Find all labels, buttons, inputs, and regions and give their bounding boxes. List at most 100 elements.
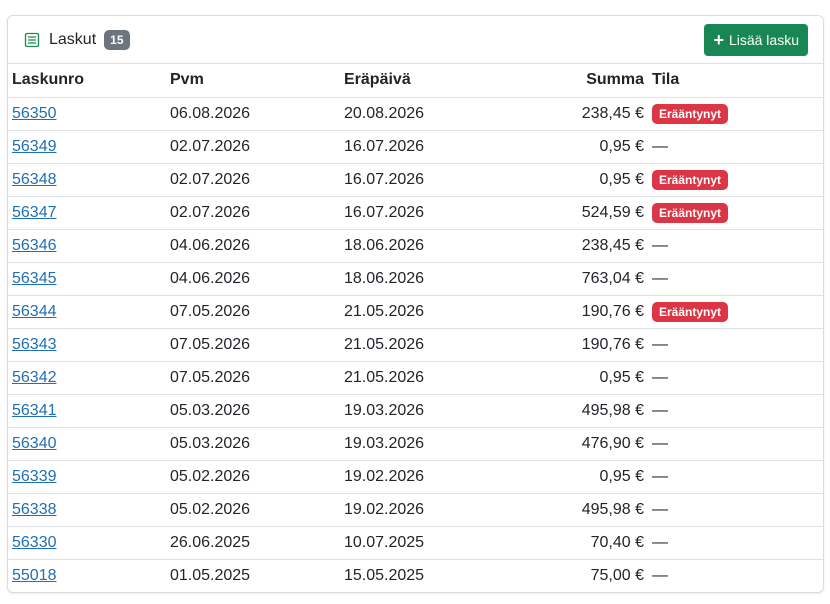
invoice-sum-cell: 190,76 €	[486, 295, 648, 329]
table-row: 56350 06.08.2026 20.08.2026 238,45 € Eräänty…	[8, 97, 823, 131]
table-row: 56339 05.02.2026 19.02.2026 0,95 € —	[8, 460, 823, 494]
invoice-number-link[interactable]: 56342	[12, 369, 57, 386]
invoice-number-link[interactable]: 56348	[12, 171, 57, 188]
table-row: 56348 02.07.2026 16.07.2026 0,95 € Erääntyny…	[8, 163, 823, 197]
invoice-date-cell: 07.05.2026	[166, 295, 340, 329]
invoice-sum-cell: 0,95 €	[486, 460, 648, 494]
column-header-number[interactable]: Laskunro	[8, 64, 166, 98]
table-row: 56343 07.05.2026 21.05.2026 190,76 € —	[8, 328, 823, 362]
invoice-number-cell: 56343	[8, 328, 166, 362]
column-header-status[interactable]: Tila	[648, 64, 823, 98]
invoice-number-link[interactable]: 56340	[12, 435, 57, 452]
invoice-status-cell: —	[648, 229, 823, 263]
invoice-due-date-cell: 21.05.2026	[340, 328, 486, 362]
invoice-status-cell: —	[648, 559, 823, 592]
invoice-date-cell: 07.05.2026	[166, 328, 340, 362]
invoice-status-cell: —	[648, 328, 823, 362]
invoice-due-date-cell: 21.05.2026	[340, 295, 486, 329]
invoice-due-date-cell: 18.06.2026	[340, 229, 486, 263]
card-header: Laskut 15 + Lisää lasku	[8, 16, 823, 64]
no-status-text: —	[652, 533, 668, 551]
invoice-number-cell: 56339	[8, 460, 166, 494]
invoice-number-cell: 56344	[8, 295, 166, 329]
no-status-text: —	[652, 401, 668, 419]
invoice-due-date-cell: 19.02.2026	[340, 493, 486, 527]
invoice-date-cell: 02.07.2026	[166, 163, 340, 197]
invoice-date-cell: 04.06.2026	[166, 229, 340, 263]
invoice-status-cell: —	[648, 526, 823, 560]
no-status-text: —	[652, 368, 668, 386]
invoice-number-link[interactable]: 56350	[12, 105, 57, 122]
overdue-status-badge: Erääntynyt	[652, 169, 729, 190]
invoice-sum-cell: 75,00 €	[590, 566, 644, 584]
invoice-status-cell: Erääntynyt	[648, 163, 823, 197]
invoice-number-cell: 56350	[8, 97, 166, 131]
invoice-number-link[interactable]: 56349	[12, 138, 57, 155]
table-row: 55018 01.05.2025 15.05.2025 75,00 € —	[8, 559, 823, 592]
invoice-number-cell: 56341	[8, 394, 166, 428]
invoice-status-cell: Erääntynyt	[648, 97, 823, 131]
invoice-status-cell: —	[648, 361, 823, 395]
invoice-number-link[interactable]: 56330	[12, 534, 57, 551]
invoice-number-link[interactable]: 56343	[12, 336, 57, 353]
invoice-due-date-cell: 16.07.2026	[340, 196, 486, 230]
invoice-date-cell: 01.05.2025	[170, 566, 251, 584]
invoice-date-cell: 04.06.2026	[166, 262, 340, 296]
table-row: 56344 07.05.2026 21.05.2026 190,76 € Eräänty…	[8, 295, 823, 329]
invoice-due-date-cell: 19.02.2026	[340, 460, 486, 494]
invoice-date-cell: 02.07.2026	[166, 196, 340, 230]
invoice-number-cell: 56345	[8, 262, 166, 296]
invoice-number-cell: 55018	[8, 559, 166, 592]
invoice-due-date-cell: 10.07.2025	[340, 526, 486, 560]
invoice-number-link[interactable]: 56345	[12, 270, 57, 287]
invoice-due-date-cell: 20.08.2026	[340, 97, 486, 131]
invoice-number-link[interactable]: 56346	[12, 237, 57, 254]
invoice-number-link[interactable]: 55018	[12, 567, 57, 584]
invoice-number-link[interactable]: 56339	[12, 468, 57, 485]
column-header-date[interactable]: Pvm	[166, 64, 340, 98]
invoice-sum-cell: 190,76 €	[486, 328, 648, 362]
invoice-sum-cell: 763,04 €	[486, 262, 648, 296]
column-header-sum[interactable]: Summa	[486, 64, 648, 98]
invoice-sum-cell: 0,95 €	[486, 163, 648, 197]
overdue-status-badge: Erääntynyt	[652, 103, 729, 124]
table-row: 56330 26.06.2025 10.07.2025 70,40 € —	[8, 526, 823, 560]
header-title-group: Laskut 15	[24, 29, 130, 50]
invoice-number-cell: 56338	[8, 493, 166, 527]
invoice-status-cell: —	[648, 493, 823, 527]
invoice-number-link[interactable]: 56341	[12, 402, 57, 419]
invoice-status-cell: —	[648, 427, 823, 461]
no-status-text: —	[652, 434, 668, 452]
invoice-status-cell: —	[648, 262, 823, 296]
invoice-number-cell: 56348	[8, 163, 166, 197]
invoice-sum-cell: 0,95 €	[486, 361, 648, 395]
invoice-due-date-cell: 16.07.2026	[340, 163, 486, 197]
invoice-status-cell: —	[648, 130, 823, 164]
invoice-sum-cell: 70,40 €	[486, 526, 648, 560]
column-header-due-date[interactable]: Eräpäivä	[340, 64, 486, 98]
invoice-number-link[interactable]: 56347	[12, 204, 57, 221]
add-invoice-label: Lisää lasku	[728, 31, 799, 48]
invoice-status-cell: Erääntynyt	[648, 295, 823, 329]
overdue-status-badge: Erääntynyt	[652, 202, 729, 223]
invoice-sum-cell: 524,59 €	[486, 196, 648, 230]
list-icon	[24, 32, 40, 48]
count-badge: 15	[104, 29, 130, 50]
invoice-number-link[interactable]: 56338	[12, 501, 57, 518]
table-row: 56347 02.07.2026 16.07.2026 524,59 € Eräänty…	[8, 196, 823, 230]
invoice-sum-cell: 0,95 €	[486, 130, 648, 164]
invoice-status-cell: —	[648, 460, 823, 494]
invoice-number-link[interactable]: 56344	[12, 303, 57, 320]
no-status-text: —	[652, 500, 668, 518]
add-invoice-button[interactable]: + Lisää lasku	[704, 23, 808, 56]
invoice-status-cell: —	[648, 394, 823, 428]
invoice-date-cell: 05.02.2026	[166, 460, 340, 494]
invoice-date-cell: 05.03.2026	[166, 427, 340, 461]
invoice-sum-cell: 238,45 €	[486, 97, 648, 131]
invoice-due-date-cell: 15.05.2025	[344, 566, 425, 584]
invoice-sum-cell: 238,45 €	[486, 229, 648, 263]
invoice-number-cell: 56340	[8, 427, 166, 461]
invoice-date-cell: 05.02.2026	[166, 493, 340, 527]
invoice-due-date-cell: 19.03.2026	[340, 394, 486, 428]
invoice-due-date-cell: 18.06.2026	[340, 262, 486, 296]
